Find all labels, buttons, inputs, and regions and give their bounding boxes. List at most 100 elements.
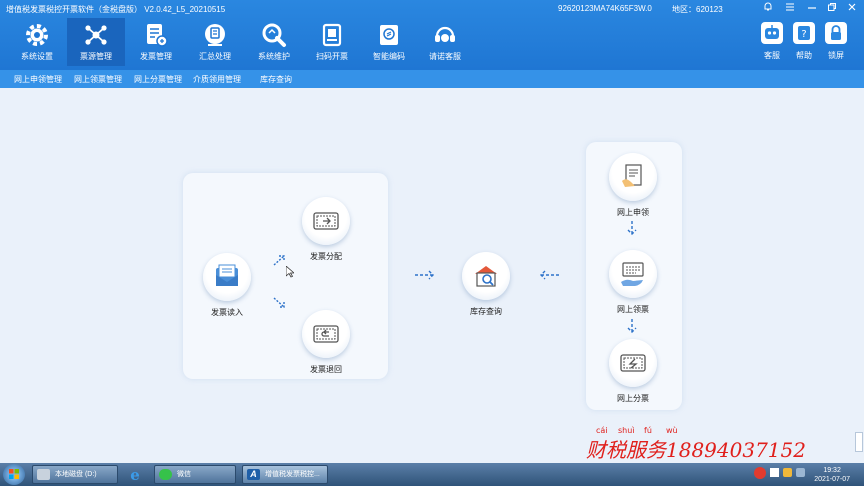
nav-system-maintenance[interactable]: 系统维护 (245, 18, 303, 66)
mouse-cursor-icon (286, 266, 294, 278)
node-label: 发票读入 (211, 308, 243, 317)
taskbar-label: 微信 (177, 471, 191, 478)
customer-service-button[interactable]: 客服 (757, 22, 787, 61)
nav-label: 扫码开票 (316, 52, 348, 61)
online-apply-node[interactable]: 网上申领 (603, 153, 663, 218)
tool-label: 帮助 (796, 51, 812, 60)
arrow-up-right-icon (273, 255, 285, 266)
scrollbar[interactable] (855, 432, 863, 452)
nav-label: 请诺客服 (429, 52, 461, 61)
window-title: 增值税发票税控开票软件（金税盘版） V2.0.42_L5_20210515 (6, 5, 226, 14)
node-label: 网上分票 (617, 394, 649, 403)
subnav-apply-management[interactable]: 网上申领管理 (14, 74, 62, 85)
node-label: 发票退回 (310, 365, 342, 374)
node-label: 发票分配 (310, 252, 342, 261)
lock-icon (825, 22, 847, 44)
minimize-icon[interactable] (804, 2, 820, 16)
invoice-return-node[interactable]: 发票退回 (296, 310, 356, 375)
restore-icon[interactable] (824, 2, 840, 16)
menu-icon[interactable] (782, 2, 798, 16)
nav-label: 发票管理 (140, 52, 172, 61)
arrow-down-right-icon (273, 297, 285, 308)
sub-navigation: 网上申领管理 网上领票管理 网上分票管理 介质领用管理 库存查询 (0, 70, 864, 88)
summary-icon (205, 24, 225, 46)
svg-text:?: ? (801, 29, 806, 40)
nav-label: 汇总处理 (199, 52, 231, 61)
taskbar-app-button[interactable]: A 增值税发票税控... (242, 465, 328, 484)
nav-label: 票源管理 (80, 52, 112, 61)
nav-scan-invoice[interactable]: 扫码开票 (303, 18, 361, 66)
nav-smart-coding[interactable]: 智能编码 (360, 18, 418, 66)
taskbar-label: 本地磁盘 (D:) (55, 471, 97, 478)
taskbar-drive-button[interactable]: 本地磁盘 (D:) (32, 465, 118, 484)
node-label: 网上申领 (617, 208, 649, 217)
tax-id: 92620123MA74K65F3W.0 (558, 4, 652, 13)
top-header: 增值税发票税控开票软件（金税盘版） V2.0.42_L5_20210515 92… (0, 0, 864, 70)
drive-icon (37, 469, 50, 480)
help-icon: ? (793, 22, 815, 44)
code-book-icon (380, 25, 398, 45)
clock-date: 2021-07-07 (814, 476, 850, 483)
bell-icon[interactable] (760, 2, 776, 16)
title-bar: 增值税发票税控开票软件（金税盘版） V2.0.42_L5_20210515 92… (0, 0, 864, 18)
invoice-distribute-node[interactable]: 发票分配 (296, 197, 356, 262)
ticket-return-icon (302, 310, 350, 358)
subnav-receive-management[interactable]: 网上领票管理 (74, 74, 122, 85)
taskbar-label: 增值税发票税控... (265, 471, 320, 478)
scan-icon (322, 23, 342, 47)
nav-label: 智能编码 (373, 52, 405, 61)
nav-summary[interactable]: 汇总处理 (186, 18, 244, 66)
receive-ticket-icon (609, 250, 657, 298)
arrow-down-icon (627, 221, 637, 235)
envelope-icon (203, 253, 251, 301)
taskbar: 本地磁盘 (D:) e 微信 A 增值税发票税控... 19:32 2021-0… (0, 463, 864, 486)
wechat-icon (159, 469, 172, 480)
invoice-read-in-node[interactable]: 发票读入 (197, 253, 257, 318)
node-label: 库存查询 (470, 307, 502, 316)
system-clock[interactable]: 19:32 2021-07-07 (814, 466, 850, 484)
network-icon (85, 25, 107, 45)
windows-logo-icon (9, 469, 19, 479)
online-split-node[interactable]: 网上分票 (603, 339, 663, 404)
ime-logo-icon[interactable] (754, 467, 766, 479)
arrow-left-icon (540, 270, 559, 280)
gear-icon (26, 24, 48, 46)
nav-customer-service[interactable]: 请诺客服 (416, 18, 474, 66)
inventory-query-node[interactable]: 库存查询 (456, 252, 516, 317)
tool-label: 客服 (764, 51, 780, 60)
clock-time: 19:32 (823, 467, 841, 474)
taskbar-wechat-button[interactable]: 微信 (154, 465, 236, 484)
subnav-split-management[interactable]: 网上分票管理 (134, 74, 182, 85)
invoice-icon (147, 24, 168, 47)
close-icon[interactable] (844, 2, 860, 16)
ime-mode-icon[interactable] (770, 468, 779, 477)
system-tray (754, 467, 810, 482)
service-icon (435, 26, 455, 42)
wrench-icon (262, 23, 286, 47)
robot-icon (761, 22, 783, 44)
watermark-text: 财税服务18894037152 (586, 438, 806, 462)
arrow-right-icon (415, 270, 434, 280)
tool-label: 锁屏 (828, 51, 844, 60)
subnav-media-management[interactable]: 介质领用管理 (193, 74, 241, 85)
online-receive-node[interactable]: 网上领票 (603, 250, 663, 315)
network-tray-icon[interactable] (796, 468, 805, 477)
nav-ticket-source[interactable]: 票源管理 (67, 18, 125, 66)
node-label: 网上领票 (617, 305, 649, 314)
subnav-inventory-query[interactable]: 库存查询 (260, 74, 292, 85)
nav-invoice-management[interactable]: 发票管理 (127, 18, 185, 66)
nav-system-settings[interactable]: 系统设置 (8, 18, 66, 66)
help-button[interactable]: ? 帮助 (789, 22, 819, 61)
lock-screen-button[interactable]: 锁屏 (821, 22, 851, 61)
nav-label: 系统维护 (258, 52, 290, 61)
arrow-down-icon (627, 319, 637, 333)
nav-label: 系统设置 (21, 52, 53, 61)
tray-app-icon[interactable] (783, 468, 792, 477)
svg-text:e: e (130, 466, 140, 484)
start-button[interactable] (3, 464, 25, 485)
region-code: 地区：620123 (672, 5, 723, 14)
apply-form-icon (609, 153, 657, 201)
warehouse-search-icon (462, 252, 510, 300)
app-icon: A (247, 469, 260, 480)
ie-icon[interactable]: e (126, 465, 144, 484)
